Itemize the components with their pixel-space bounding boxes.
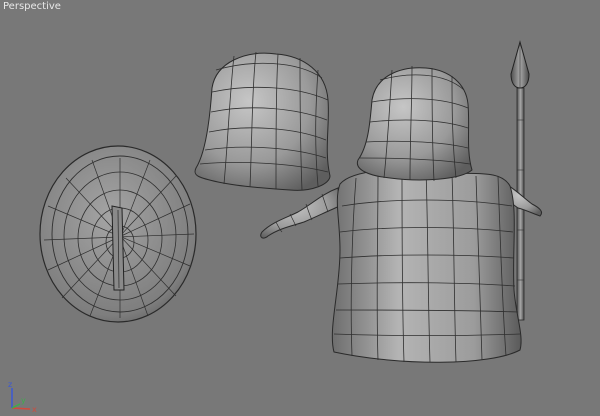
axis-gizmo: z x y [8,380,37,414]
perspective-viewport[interactable]: Perspective z x y [0,0,600,416]
y-axis-label: y [21,396,26,405]
x-axis-line [11,407,31,410]
helmet-mesh[interactable] [194,51,331,191]
y-axis-line [11,403,21,409]
body-mesh[interactable] [260,168,543,363]
shield-mesh[interactable] [39,145,197,323]
z-axis-label: z [8,380,12,389]
viewport-scene[interactable] [0,0,600,416]
head-helmet-mesh[interactable] [356,65,473,182]
x-axis-label: x [32,405,37,414]
